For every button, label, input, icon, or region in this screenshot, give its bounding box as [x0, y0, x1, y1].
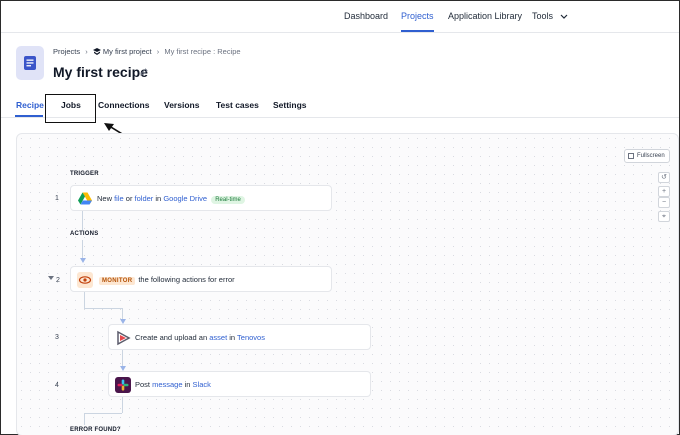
step-2-text: MONITOR the following actions for error — [99, 275, 235, 285]
tab-test-cases[interactable]: Test cases — [216, 100, 259, 110]
step-4-text: Post message in Slack — [135, 380, 211, 389]
zoom-in-button[interactable]: + — [658, 186, 670, 197]
recipe-canvas[interactable]: Fullscreen ↺ + − ⌖ TRIGGER 1 New file or… — [16, 133, 679, 435]
text-fragment: in — [227, 333, 238, 342]
keyword-folder[interactable]: folder — [135, 194, 154, 203]
step-number: 1 — [55, 195, 59, 202]
chevron-right-icon: › — [85, 47, 88, 56]
tab-versions[interactable]: Versions — [164, 100, 199, 110]
step-card-monitor[interactable]: MONITOR the following actions for error — [70, 266, 332, 292]
text-fragment: Create and upload an — [135, 333, 210, 342]
step-number: 2 — [48, 276, 60, 284]
keyword-google-drive[interactable]: Google Drive — [163, 194, 207, 203]
chevron-right-icon: › — [156, 47, 160, 56]
breadcrumb: Projects › My first project › My first r… — [53, 47, 241, 56]
connector-line — [84, 413, 85, 425]
step-1-text: New file or folder in Google Drive Real-… — [97, 194, 245, 204]
connector-line — [84, 292, 85, 308]
step-card-tenovos[interactable]: Create and upload an asset in Tenovos — [108, 324, 371, 350]
step-number: 4 — [55, 382, 59, 389]
text-fragment: in — [153, 194, 164, 203]
project-folder-icon — [92, 48, 101, 55]
highlight-box — [45, 94, 96, 123]
tab-connections[interactable]: Connections — [98, 100, 149, 110]
realtime-badge: Real-time — [211, 196, 245, 204]
slack-icon — [115, 377, 131, 393]
step-number: 3 — [55, 334, 59, 341]
fullscreen-label: Fullscreen — [637, 153, 665, 159]
step-3-text: Create and upload an asset in Tenovos — [135, 333, 265, 342]
chevron-down-icon — [560, 14, 567, 19]
pencil-icon[interactable] — [140, 68, 148, 76]
eye-icon — [77, 272, 93, 288]
text-fragment: Post — [135, 380, 153, 389]
top-nav: Dashboard Projects Application Library T… — [1, 1, 679, 33]
recipe-icon — [16, 46, 44, 80]
connector-line — [84, 413, 122, 414]
keyword-slack[interactable]: Slack — [193, 380, 211, 389]
step-2-number: 2 — [55, 277, 60, 284]
tab-settings[interactable]: Settings — [273, 100, 307, 110]
fit-to-view-button[interactable]: ⌖ — [658, 211, 670, 222]
nav-projects[interactable]: Projects — [401, 1, 434, 32]
keyword-file[interactable]: file — [114, 194, 124, 203]
fullscreen-icon — [628, 153, 634, 159]
nav-dashboard[interactable]: Dashboard — [344, 1, 388, 32]
actions-label: ACTIONS — [70, 231, 99, 237]
breadcrumb-current: My first recipe : Recipe — [164, 47, 241, 56]
caret-down-icon[interactable] — [48, 276, 54, 281]
error-found-label: ERROR FOUND? — [70, 427, 121, 433]
text-fragment: or — [123, 194, 135, 203]
trigger-label: TRIGGER — [70, 171, 99, 177]
breadcrumb-projects[interactable]: Projects — [53, 47, 80, 56]
step-card-slack[interactable]: Post message in Slack — [108, 371, 371, 397]
arrow-down-icon — [79, 258, 86, 263]
active-tab-indicator — [15, 115, 43, 117]
reset-zoom-button[interactable]: ↺ — [658, 172, 670, 183]
page-title: My first recipe — [53, 64, 148, 80]
text-fragment: in — [182, 380, 193, 389]
fullscreen-button[interactable]: Fullscreen — [624, 149, 670, 163]
zoom-out-button[interactable]: − — [658, 197, 670, 208]
step-card-trigger[interactable]: New file or folder in Google Drive Real-… — [70, 185, 332, 211]
keyword-asset[interactable]: asset — [209, 333, 227, 342]
tab-recipe[interactable]: Recipe — [16, 100, 44, 110]
nav-tools-label: Tools — [532, 11, 554, 21]
connector-line — [122, 397, 123, 413]
recipe-tabs: Recipe Jobs Connections Versions Test ca… — [1, 96, 679, 118]
breadcrumb-project[interactable]: My first project — [103, 47, 152, 56]
text-fragment: New — [97, 194, 115, 203]
nav-application-library[interactable]: Application Library — [448, 1, 522, 32]
google-drive-icon — [78, 192, 92, 205]
monitor-badge: MONITOR — [99, 277, 136, 285]
keyword-message[interactable]: message — [152, 380, 182, 389]
connector-line — [82, 211, 83, 231]
connector-line — [82, 240, 83, 260]
tenovos-icon — [117, 330, 131, 346]
connector-line — [84, 308, 122, 309]
nav-tools[interactable]: Tools — [532, 1, 568, 32]
text-fragment: the following actions for error — [138, 275, 235, 284]
keyword-tenovos[interactable]: Tenovos — [237, 333, 265, 342]
